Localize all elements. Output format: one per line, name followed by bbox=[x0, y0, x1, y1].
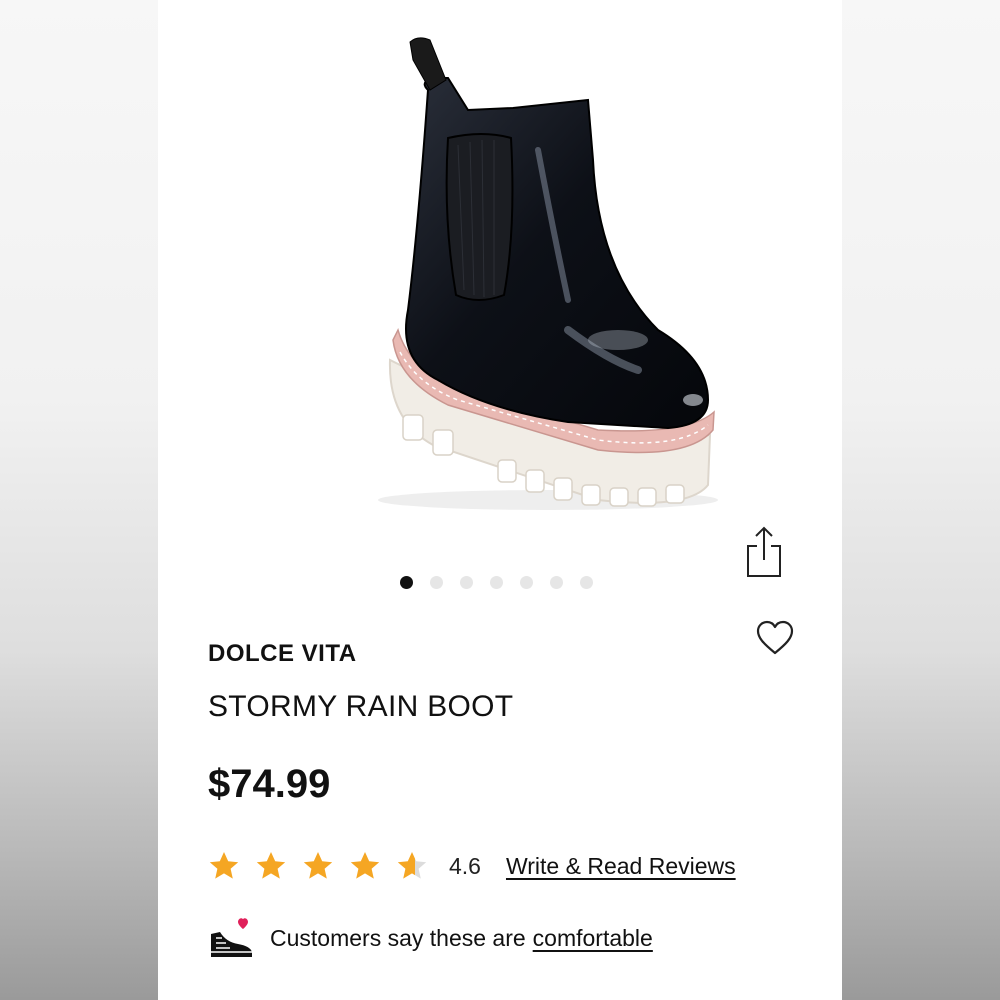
backdrop-left bbox=[0, 0, 158, 1000]
star-icon bbox=[256, 852, 286, 879]
share-button[interactable] bbox=[744, 524, 784, 580]
wishlist-button[interactable] bbox=[756, 620, 794, 656]
rating-value: 4.6 bbox=[449, 852, 481, 879]
share-icon bbox=[747, 526, 781, 577]
carousel-dot[interactable] bbox=[550, 575, 563, 589]
backdrop-right bbox=[842, 0, 1000, 1000]
star-icon bbox=[303, 852, 333, 879]
carousel-dot[interactable] bbox=[490, 575, 503, 589]
product-image[interactable] bbox=[268, 30, 728, 520]
star-icon bbox=[209, 852, 239, 879]
product-page: DOLCE VITA STORMY RAIN BOOT $74.99 4.6 W… bbox=[158, 0, 842, 1000]
carousel-dot[interactable] bbox=[430, 575, 443, 589]
carousel-dot[interactable] bbox=[580, 575, 593, 589]
carousel-dot[interactable] bbox=[460, 575, 473, 589]
heart-outline-icon bbox=[756, 620, 794, 655]
comfort-text: Customers say these are bbox=[270, 924, 526, 951]
brand-name[interactable]: DOLCE VITA bbox=[208, 640, 357, 668]
product-title: STORMY RAIN BOOT bbox=[208, 690, 514, 723]
carousel-dot[interactable] bbox=[520, 575, 533, 589]
comfortable-link[interactable]: comfortable bbox=[533, 925, 653, 952]
product-price: $74.99 bbox=[208, 762, 331, 806]
carousel-dot[interactable] bbox=[400, 575, 413, 589]
star-icon bbox=[350, 852, 380, 879]
sneaker-heart-icon bbox=[211, 918, 252, 957]
star-icon bbox=[397, 852, 427, 879]
image-carousel-dots bbox=[400, 575, 593, 589]
rain-boot-image bbox=[378, 37, 718, 510]
comfort-badge: Customers say these are comfortable bbox=[208, 916, 653, 960]
write-read-reviews-link[interactable]: Write & Read Reviews bbox=[506, 853, 736, 880]
star-rating[interactable] bbox=[208, 850, 428, 882]
rating-row: 4.6 Write & Read Reviews bbox=[208, 846, 736, 886]
